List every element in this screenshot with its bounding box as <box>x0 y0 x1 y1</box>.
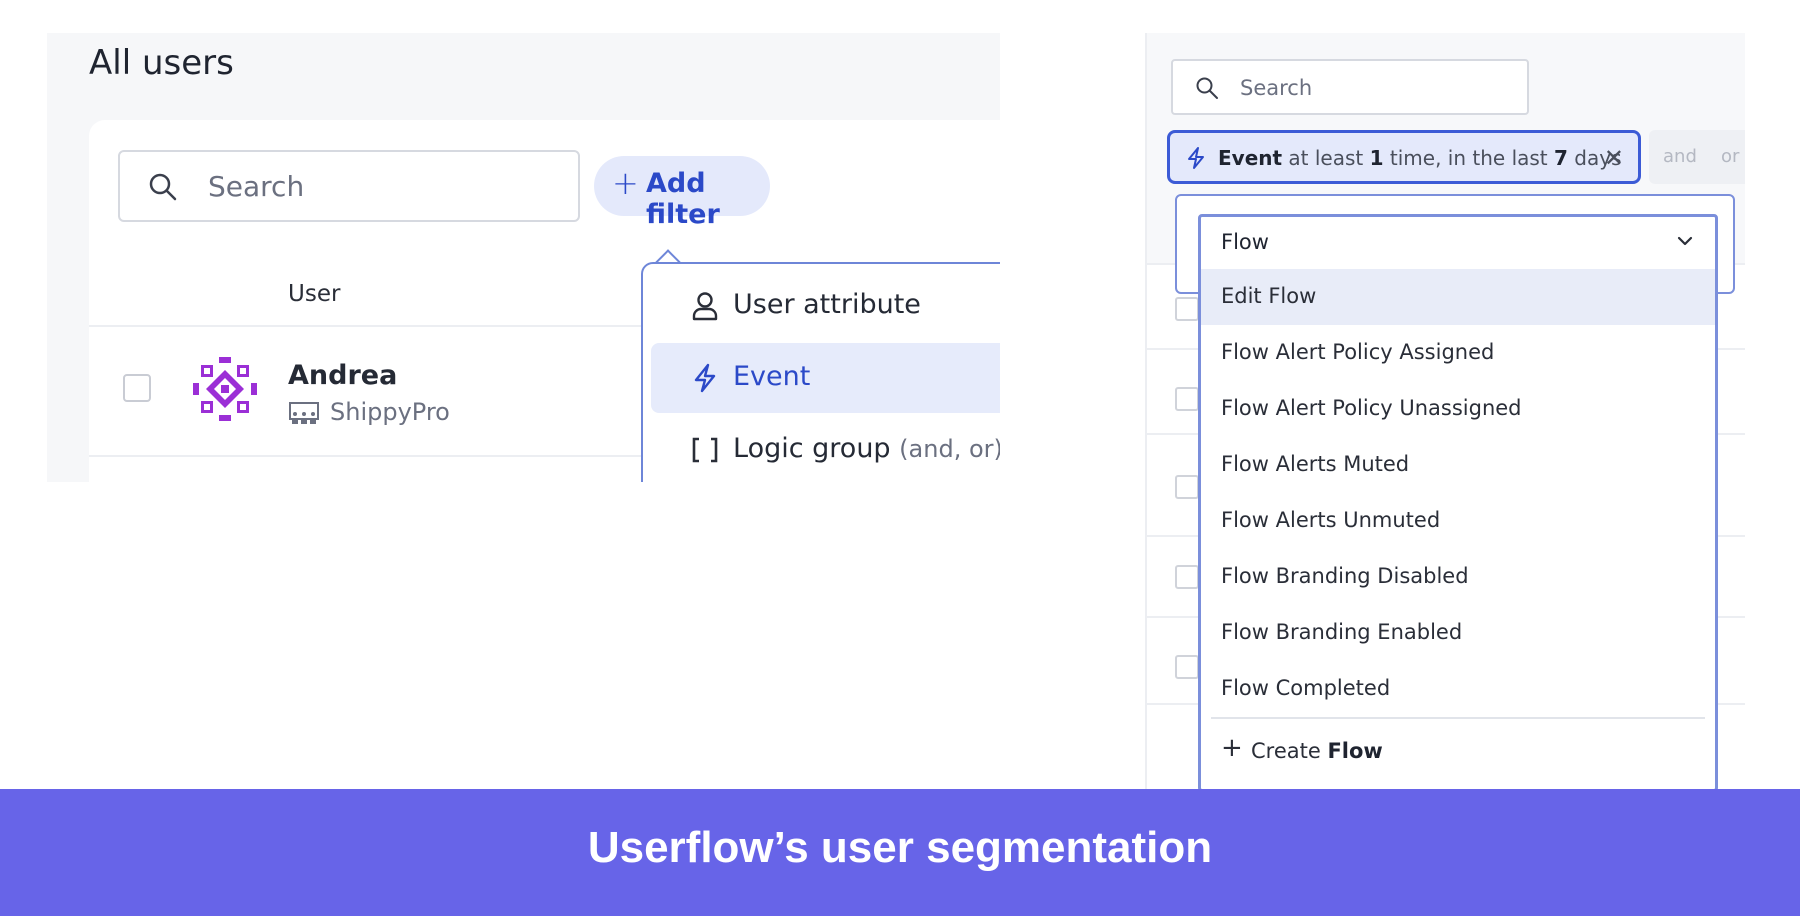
search-input[interactable]: Search <box>1171 59 1529 115</box>
option-item[interactable]: Flow Alert Policy Unassigned <box>1201 381 1715 437</box>
company-name: ShippyPro <box>330 398 450 426</box>
option-item[interactable]: Flow Branding Disabled <box>1201 549 1715 605</box>
event-select-dropdown: Flow Edit Flow Flow Alert Policy Assigne… <box>1198 214 1718 792</box>
chip-text-part: time, in the last <box>1383 146 1555 170</box>
search-input[interactable]: Search <box>118 150 580 222</box>
search-icon <box>149 173 177 201</box>
column-header-user[interactable]: User <box>288 281 340 307</box>
caption-banner: Userflow’s user segmentation <box>0 789 1800 916</box>
or-toggle[interactable]: or <box>1721 146 1739 167</box>
avatar <box>193 357 257 421</box>
search-icon <box>1196 77 1218 99</box>
create-value: Flow <box>1327 739 1383 763</box>
row-checkbox[interactable] <box>1175 655 1199 679</box>
option-item[interactable]: Flow Branding Enabled <box>1201 605 1715 661</box>
option-label: Edit Flow <box>1221 284 1317 308</box>
menu-item-event[interactable]: Event <box>651 343 1000 413</box>
option-item[interactable]: Flow Completed <box>1201 661 1715 717</box>
menu-item-hint: (and, or) <box>899 435 1000 463</box>
plus-icon: + <box>612 164 639 202</box>
create-prefix: Create <box>1251 739 1328 763</box>
person-icon <box>692 292 718 321</box>
user-name[interactable]: Andrea <box>288 360 397 391</box>
option-item[interactable]: Flow Alerts Muted <box>1201 437 1715 493</box>
menu-item-label: User attribute <box>733 289 921 320</box>
close-icon[interactable]: ✕ <box>1604 144 1624 172</box>
option-item[interactable]: Flow Alerts Unmuted <box>1201 493 1715 549</box>
divider <box>1211 717 1705 719</box>
option-label: Flow Alert Policy Assigned <box>1221 340 1495 364</box>
row-checkbox[interactable] <box>1175 297 1199 321</box>
filter-chip-text: Event at least 1 time, in the last 7 day… <box>1218 146 1622 170</box>
bolt-icon <box>694 363 716 393</box>
option-label: Flow Alert Policy Unassigned <box>1221 396 1522 420</box>
chip-count: 1 <box>1369 146 1384 170</box>
chip-text-part: at least <box>1282 146 1370 170</box>
menu-item-label: Logic group <box>733 433 891 464</box>
add-filter-button[interactable]: + Add filter <box>594 156 770 230</box>
chip-event-type: Event <box>1218 146 1283 170</box>
add-filter-label: Add filter <box>646 168 720 230</box>
chip-days: 7 <box>1554 146 1568 170</box>
event-search-value: Flow <box>1221 230 1269 254</box>
option-label: Flow Completed <box>1221 676 1391 700</box>
menu-item-logic-group[interactable]: Logic group (and, or) <box>651 415 1000 482</box>
brackets-icon <box>692 437 718 463</box>
bolt-icon <box>1188 147 1204 169</box>
chevron-down-icon[interactable] <box>1675 231 1695 251</box>
event-search-input[interactable]: Flow <box>1201 217 1715 271</box>
event-filter-chip[interactable]: Event at least 1 time, in the last 7 day… <box>1167 130 1641 184</box>
logic-toggle: and or <box>1649 130 1745 184</box>
row-checkbox[interactable] <box>1175 565 1199 589</box>
create-event-label: Create Flow <box>1251 739 1383 763</box>
option-item[interactable]: Edit Flow <box>1201 269 1715 325</box>
search-placeholder: Search <box>208 170 305 203</box>
company-icon <box>289 402 319 424</box>
row-checkbox[interactable] <box>1175 387 1199 411</box>
option-label: Flow Branding Disabled <box>1221 564 1469 588</box>
and-toggle[interactable]: and <box>1663 146 1697 167</box>
menu-item-user-attribute[interactable]: User attribute <box>651 271 1000 341</box>
option-label: Flow Alerts Unmuted <box>1221 508 1441 532</box>
search-placeholder: Search <box>1240 76 1313 100</box>
add-filter-menu: User attribute Event Logic group (and, o… <box>641 262 1000 482</box>
plus-icon: + <box>1221 733 1243 763</box>
page-title: All users <box>89 43 234 83</box>
row-checkbox[interactable] <box>1175 475 1199 499</box>
option-label: Flow Alerts Muted <box>1221 452 1410 476</box>
create-event-button[interactable]: + Create Flow <box>1201 721 1715 783</box>
all-users-panel: All users Search + Add filter User Andre… <box>47 33 1000 482</box>
row-checkbox[interactable] <box>123 374 151 402</box>
segment-filter-panel: Search Event at least 1 time, in the las… <box>1145 33 1745 793</box>
menu-item-label: Event <box>733 361 811 392</box>
caption-text: Userflow’s user segmentation <box>587 823 1213 872</box>
option-label: Flow Branding Enabled <box>1221 620 1463 644</box>
option-item[interactable]: Flow Alert Policy Assigned <box>1201 325 1715 381</box>
